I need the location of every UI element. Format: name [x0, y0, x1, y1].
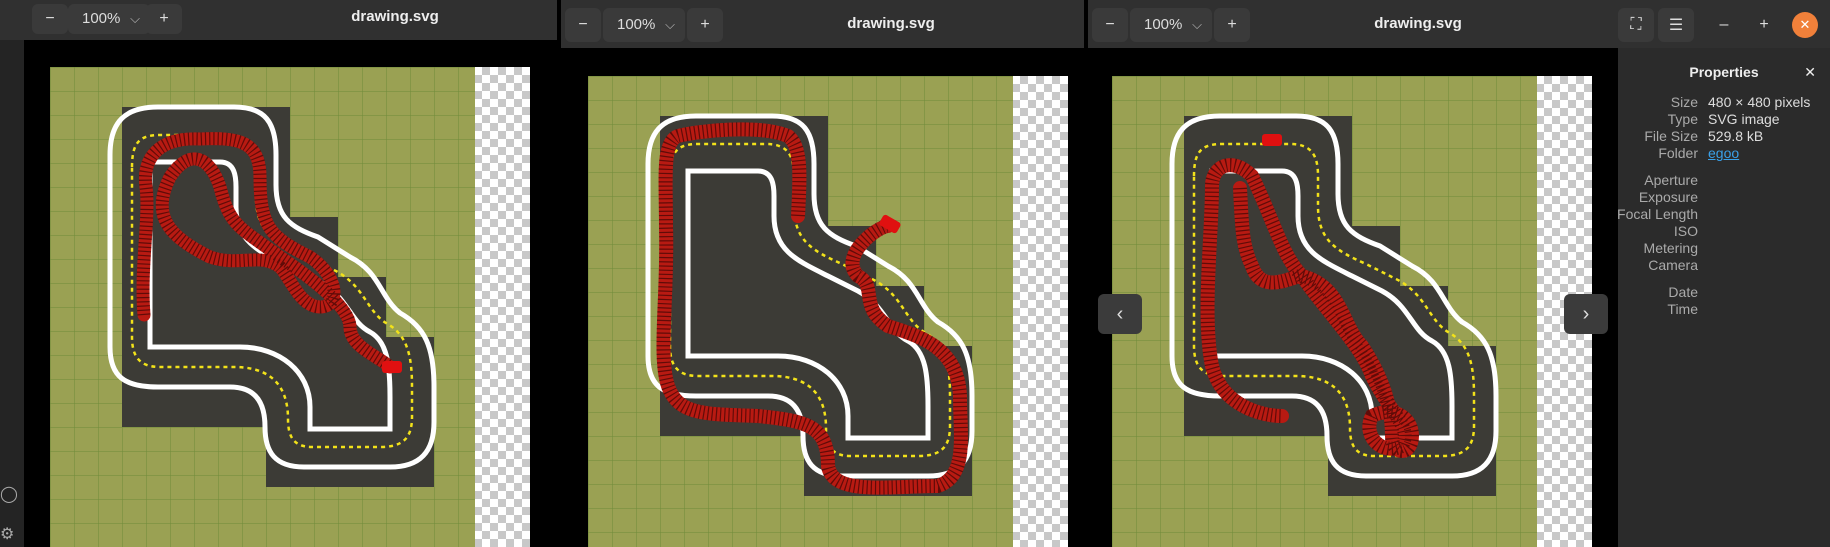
- zoom-out-button[interactable]: −: [1092, 8, 1128, 42]
- folder-link[interactable]: egoo: [1708, 145, 1739, 161]
- property-row: Time: [1618, 301, 1830, 321]
- property-label: Metering: [1643, 240, 1698, 256]
- chevron-down-icon: ⌵: [1192, 17, 1202, 32]
- track-image: [1112, 76, 1592, 547]
- property-label: Size: [1670, 94, 1698, 110]
- close-window-button[interactable]: ✕: [1792, 12, 1818, 38]
- image-canvas: [561, 48, 1084, 547]
- property-row: Folder egoo: [1618, 145, 1830, 165]
- minimize-button[interactable]: –: [1706, 8, 1742, 42]
- viewer-window-1: ◯ ⚙ − 100% ⌵ + drawing.svg: [0, 0, 557, 547]
- property-label: ISO: [1673, 223, 1698, 239]
- maximize-button[interactable]: +: [1746, 8, 1782, 42]
- window-title: drawing.svg: [351, 8, 439, 25]
- property-label: Camera: [1648, 257, 1698, 273]
- window-title: drawing.svg: [1374, 15, 1462, 32]
- track-image: [50, 67, 530, 547]
- zoom-level-value: 100%: [617, 16, 656, 33]
- zoom-out-button[interactable]: −: [565, 8, 601, 42]
- property-row: Camera: [1618, 257, 1830, 277]
- property-value: SVG image: [1708, 111, 1780, 127]
- property-label: File Size: [1644, 128, 1698, 144]
- fullscreen-button[interactable]: ⛶: [1618, 8, 1654, 42]
- property-value: 529.8 kB: [1708, 128, 1764, 144]
- previous-image-button[interactable]: ‹: [1098, 294, 1142, 334]
- zoom-level-dropdown[interactable]: 100% ⌵: [603, 8, 685, 42]
- chevron-down-icon: ⌵: [130, 11, 140, 26]
- zoom-level-dropdown[interactable]: 100% ⌵: [1130, 8, 1212, 42]
- property-label: Time: [1667, 301, 1698, 317]
- chevron-down-icon: ⌵: [665, 17, 675, 32]
- properties-title: Properties: [1689, 64, 1759, 80]
- settings-icon[interactable]: ⚙: [0, 524, 20, 546]
- zoom-out-button[interactable]: −: [32, 4, 68, 34]
- track-image: [588, 76, 1068, 547]
- property-label: Aperture: [1644, 172, 1698, 188]
- property-label: Date: [1668, 284, 1698, 300]
- zoom-level-value: 100%: [82, 10, 121, 27]
- image-canvas: [24, 40, 557, 547]
- property-value: 480 × 480 pixels: [1708, 94, 1811, 110]
- properties-panel: Properties ✕ Size 480 × 480 pixels Type SVG…: [1617, 48, 1830, 547]
- next-image-button[interactable]: ›: [1564, 294, 1608, 334]
- zoom-in-button[interactable]: +: [687, 8, 723, 42]
- zoom-in-button[interactable]: +: [1214, 8, 1250, 42]
- window-title: drawing.svg: [847, 15, 935, 32]
- zoom-level-value: 100%: [1144, 16, 1183, 33]
- account-icon[interactable]: ◯: [0, 484, 20, 506]
- viewer-window-3: − 100% ⌵ + drawing.svg ⛶ ☰ – + ✕ ‹ › Pro…: [1088, 0, 1830, 547]
- property-label: Type: [1667, 111, 1698, 127]
- property-label: Folder: [1658, 145, 1698, 161]
- viewer-window-2: − 100% ⌵ + drawing.svg: [561, 0, 1084, 547]
- close-icon[interactable]: ✕: [1804, 64, 1816, 81]
- zoom-level-dropdown[interactable]: 100% ⌵: [68, 4, 150, 34]
- property-label: Focal Length: [1617, 206, 1698, 222]
- image-canvas: ‹ ›: [1088, 48, 1618, 547]
- zoom-in-button[interactable]: +: [146, 4, 182, 34]
- property-label: Exposure: [1638, 189, 1698, 205]
- menu-button[interactable]: ☰: [1658, 8, 1694, 42]
